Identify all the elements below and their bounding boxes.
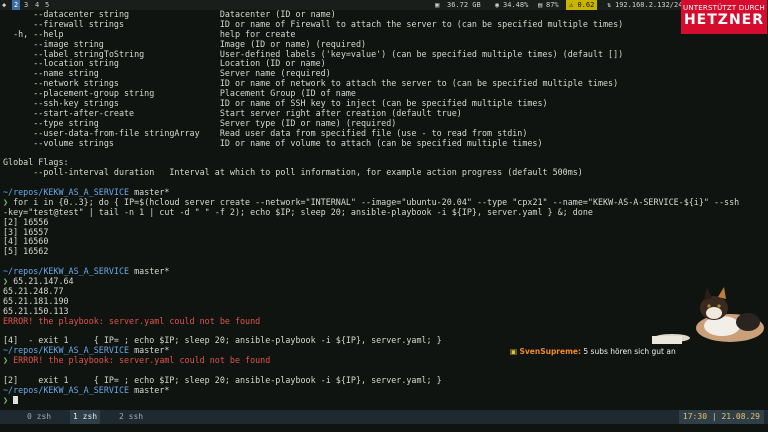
chat-message: ▣ SvenSupreme: 5 subs hören sich gut an [510,346,676,358]
tmux-window-1[interactable]: 1 zsh [70,410,101,424]
workspace-2[interactable]: 2 [12,0,21,10]
workspace-5[interactable]: 5 [43,0,51,10]
output-text: --type string Server type (ID or name) (… [3,117,397,128]
output-text: --name string Server name (required) [3,68,331,79]
output-text: --image string Image (ID or name) (requi… [3,38,367,49]
load-indicator: ⚠ 0.62 [566,0,598,10]
output-text: --datacenter string Datacenter (ID or na… [3,10,336,19]
output-text: 65.21.181.190 [3,295,69,306]
terminal-line: --volume strings ID or name of volume to… [3,137,763,149]
output-text: -h, --help help for create [3,28,296,39]
prompt-arrow-icon: ❯ [3,196,14,207]
terminal-line: 65.21.181.190 [3,295,763,307]
git-branch: master* [129,384,170,395]
prompt-arrow-icon: ❯ [3,355,14,366]
terminal-line: [5] 16562 [3,246,763,257]
prompt-arrow-icon: ❯ [3,276,14,287]
output-text: 65.21.150.113 [3,305,69,316]
terminal-line: ❯ [3,394,763,406]
terminal-line: --poll-interval duration Interval at whi… [3,167,763,178]
output-text: [3] 16557 [3,226,49,237]
output-text: --placement-group string Placement Group… [3,88,356,99]
chat-text: 5 subs hören sich gut an [581,347,676,356]
cat-webcam-overlay [652,287,764,344]
window-name: zsh [82,412,98,421]
tmux-clock: 17:30 | 21.08.29 [678,410,764,424]
window-name: ssh [128,412,144,421]
git-branch: master* [129,345,170,356]
memory-usage: 87% [546,1,559,9]
command-text: for i in {0..3}; do { IP=$(hcloud server… [13,196,740,207]
output-text: [5] 16562 [3,246,49,257]
tmux-status-bar: 0 zsh 1 zsh 2 ssh 17:30 | 21.08.29 [0,410,768,424]
prompt-path: ~/repos/KEKW_AS_A_SERVICE [3,345,130,356]
subscriber-badge-icon: ▣ [510,347,518,356]
window-name: zsh [36,412,52,421]
os-logo-icon: ◆ [2,1,7,9]
system-status-bar: ◆ 2 3 4 5 ▣ 36.72 GB ◉ 34.48% ▤ 87% ⚠ 0.… [0,0,768,10]
terminal-line: [4] 16560 [3,237,763,247]
output-text: Global Flags: [3,157,69,168]
load-value: 0.62 [577,1,595,9]
clock-time: 17:30 [682,412,708,421]
output-text: --firewall strings ID or name of Firewal… [3,18,624,29]
workspace-3[interactable]: 3 [22,0,30,10]
output-text: --label stringToString User-defined labe… [3,48,624,59]
terminal-line: 65.21.248.77 [3,285,763,297]
prompt-path: ~/repos/KEKW_AS_A_SERVICE [3,187,130,198]
disk-usage: 36.72 GB [447,1,481,9]
command-text: 65.21.147.64 [13,276,74,287]
terminal-line: [2] 16556 [3,216,763,228]
output-text: [2] exit 1 { IP= ; echo $IP; sleep 20; a… [3,374,442,385]
output-text: [4] 16560 [3,236,49,247]
output-text: --poll-interval duration Interval at whi… [3,167,583,178]
output-text: --user-data-from-file stringArray Read u… [3,127,528,138]
cpu-usage: 34.48% [503,1,529,9]
window-index: 0 [27,412,32,421]
terminal-line: ~/repos/KEKW_AS_A_SERVICE master* [3,384,763,396]
output-text: --ssh-key strings ID or name of SSH key … [3,98,548,109]
terminal-line: [3] 16557 [3,226,763,238]
ip-address: 192.168.2.132/24 [615,1,683,9]
output-text: --location string Location (ID or name) [3,58,326,69]
terminal-line: ERROR! the playbook: server.yaml could n… [3,315,763,327]
window-index: 1 [73,412,78,421]
output-text: -key="test@test" | tail -n 1 | cut -d " … [3,206,593,217]
terminal-line: -key="test@test" | tail -n 1 | cut -d " … [3,206,763,218]
prompt-arrow-icon: ❯ [3,394,14,405]
prompt-path: ~/repos/KEKW_AS_A_SERVICE [3,384,130,395]
output-text: --volume strings ID or name of volume to… [3,137,543,148]
terminal-cursor [13,395,19,404]
output-text: --start-after-create Start server right … [3,107,462,118]
clock-date: 21.08.29 [721,412,760,421]
output-text: [4] - exit 1 { IP= ; echo $IP; sleep 20;… [3,335,442,346]
tmux-window-0[interactable]: 0 zsh [24,410,54,424]
git-branch: master* [129,266,170,277]
terminal-line: ~/repos/KEKW_AS_A_SERVICE master* [3,266,763,277]
output-text: [2] 16556 [3,216,49,227]
error-text: ERROR! the playbook: server.yaml could n… [13,355,271,366]
terminal-line: ❯ 65.21.147.64 [3,276,763,287]
error-text: ERROR! the playbook: server.yaml could n… [3,315,261,326]
tmux-window-2[interactable]: 2 ssh [116,410,146,424]
chat-username: SvenSupreme: [519,347,581,356]
prompt-path: ~/repos/KEKW_AS_A_SERVICE [3,266,130,277]
output-text: 65.21.248.77 [3,285,64,296]
window-index: 2 [119,412,124,421]
git-branch: master* [129,187,170,198]
disk-icon: ▣ [435,1,440,9]
output-text: --network strings ID or name of network … [3,78,619,89]
workspace-4[interactable]: 4 [33,0,41,10]
